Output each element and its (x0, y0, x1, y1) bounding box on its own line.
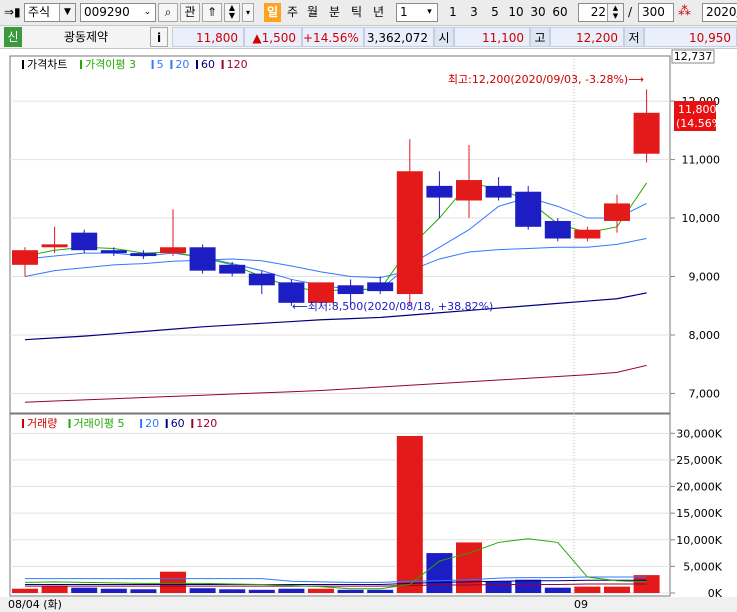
price-legend-label: 20 (175, 58, 189, 71)
candle-body (574, 229, 601, 239)
volume-legend-label: 60 (171, 417, 185, 430)
volume-bar (396, 435, 423, 593)
candle-body (12, 250, 38, 265)
volume-tick-label: 25,000K (676, 454, 722, 467)
volume-bar (544, 587, 571, 593)
volume-bar (367, 589, 394, 593)
candle-body (396, 171, 423, 295)
volume-tick-label: 5,000K (683, 560, 722, 573)
price-tick-label: 7,000 (689, 387, 721, 400)
price-tick-label: 11,000 (682, 154, 721, 167)
volume-tick-label: 10,000K (676, 534, 722, 547)
price-legend: 가격차트 가격이평 3 5 20 60 120 (22, 58, 248, 71)
volume-bar (100, 588, 127, 593)
volume-axis-labels: 30,000K 25,000K 20,000K 15,000K 10,000K 5,000… (676, 427, 722, 600)
candle-body (100, 250, 127, 254)
price-legend-marker (221, 60, 224, 69)
price-tick-label: 9,000 (689, 271, 721, 284)
price-tick-label: 10,000 (682, 212, 721, 225)
volume-legend-marker (22, 419, 24, 428)
price-legend-marker (80, 60, 82, 69)
volume-legend-marker (165, 419, 168, 428)
price-legend-label: 120 (227, 58, 248, 71)
price-legend-label: 가격이평 3 (85, 58, 136, 71)
candle-body (367, 282, 394, 292)
volume-bar (485, 581, 512, 593)
volume-tick-label: 20,000K (676, 481, 722, 494)
volume-panel-frame (9, 413, 671, 597)
x-axis-start-label: 08/04 (화) (8, 598, 62, 611)
volume-bar (12, 588, 38, 593)
price-legend-marker (22, 60, 24, 69)
price-legend-label: 가격차트 (27, 58, 67, 71)
volume-bar (604, 586, 630, 593)
x-axis-band (0, 597, 737, 612)
volume-bar (248, 589, 275, 593)
volume-bar (41, 585, 68, 593)
volume-legend-label: 거래량 (27, 417, 57, 430)
price-legend-label: 5 (157, 58, 164, 71)
candle-body (456, 180, 482, 201)
volume-legend-label: 120 (196, 417, 217, 430)
candle-body (248, 273, 275, 286)
volume-bar (130, 589, 157, 593)
candle-body (130, 253, 157, 257)
volume-legend-marker (140, 419, 143, 428)
volume-bar (308, 588, 334, 593)
volume-bar (160, 571, 186, 593)
price-legend-marker (196, 60, 198, 69)
current-price-tag-value: 11,800 (678, 103, 717, 116)
candle-body (604, 203, 630, 221)
candle-body (515, 191, 542, 227)
candle-body (41, 244, 68, 248)
price-legend-marker (170, 60, 173, 69)
volume-bar (574, 586, 601, 593)
axis-top-label: 12,737 (674, 50, 713, 63)
price-panel-frame (9, 55, 671, 414)
candle-body (485, 185, 512, 198)
volume-bar (189, 588, 216, 593)
stock-chart[interactable]: 12,00011,00010,0009,0008,0007,000 30,000… (0, 0, 737, 612)
volume-legend-marker (191, 419, 194, 428)
candle-body (219, 264, 246, 274)
volume-tick-label: 30,000K (676, 427, 722, 440)
candle-body (544, 220, 571, 239)
current-price-tag-pct: (14.56%) (676, 117, 727, 130)
price-legend-label: 60 (201, 58, 215, 71)
volume-bar (219, 589, 246, 593)
price-tick-label: 8,000 (689, 329, 721, 342)
volume-bar (337, 589, 364, 593)
low-annotation: ⟵최저:8,500(2020/08/18, +38.82%) (292, 300, 493, 313)
candle-body (71, 232, 98, 251)
price-legend-marker (151, 60, 154, 69)
volume-bar (71, 587, 98, 593)
candle-body (337, 285, 364, 295)
high-annotation: 최고:12,200(2020/09/03, -3.28%)⟶ (448, 73, 644, 86)
candle-body (426, 185, 453, 198)
volume-legend-label: 20 (145, 417, 159, 430)
volume-bar (278, 588, 305, 593)
volume-bar (515, 579, 542, 593)
volume-tick-label: 15,000K (676, 507, 722, 520)
price-axis-labels: 12,00011,00010,0009,0008,0007,000 (682, 95, 721, 400)
candle-body (189, 247, 216, 271)
volume-legend-label: 거래이평 5 (74, 417, 125, 430)
candle-body (633, 112, 660, 154)
candle-body (160, 247, 186, 254)
volume-legend-marker (68, 419, 71, 428)
x-axis-month-label: 09 (574, 598, 588, 611)
